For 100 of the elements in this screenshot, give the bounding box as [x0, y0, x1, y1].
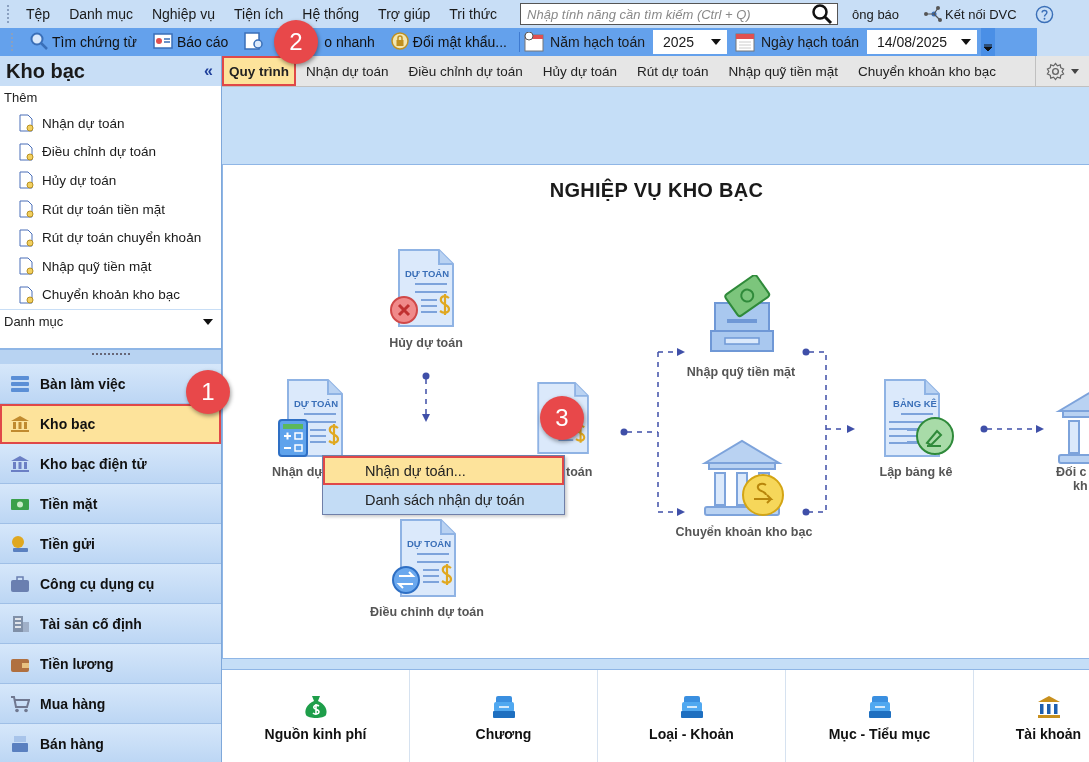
shortcut-tile[interactable]: Nguồn kinh phí [222, 670, 410, 762]
module-button[interactable]: Tiền mặt [0, 484, 221, 524]
bank-icon [1035, 694, 1062, 720]
coin-icon [10, 534, 30, 553]
sidebar-item[interactable]: Chuyển khoản kho bạc [0, 280, 221, 310]
module-button[interactable]: Kho bạc điện tử [0, 444, 221, 484]
search-icon[interactable] [811, 3, 834, 25]
field-label: Năm hạch toán [550, 34, 645, 50]
tab[interactable]: Chuyển khoản kho bạc [848, 56, 1007, 86]
lock-icon [390, 31, 409, 50]
tab[interactable]: Nhập quỹ tiền mặt [718, 56, 848, 86]
module-button[interactable]: Mua hàng [0, 684, 221, 724]
sidebar-item[interactable]: Rút dự toán tiền mặt [0, 194, 221, 224]
document-icon [18, 257, 34, 276]
node-label: Lập bảng kê [879, 465, 953, 479]
connect-link[interactable]: Kết nối DVC [945, 6, 1017, 22]
node-label: kh [1072, 479, 1088, 493]
report-icon [152, 32, 173, 49]
menu-item[interactable]: Trợ giúp [370, 6, 442, 22]
help-icon[interactable] [1034, 4, 1054, 24]
menu-item[interactable]: Danh sách nhận dự toán [323, 485, 564, 514]
bank-icon [10, 454, 30, 473]
sidebar-item[interactable]: Điều chỉnh dự toán [0, 137, 221, 167]
menu-item[interactable]: Tệp [18, 6, 62, 22]
sidebar-item[interactable]: Nhận dự toán [0, 109, 221, 138]
shortcut-tile[interactable]: Loại - Khoản [598, 670, 786, 762]
module-button[interactable]: Kho bạc [0, 404, 221, 444]
sidebar-item[interactable]: Rút dự toán chuyển khoản [0, 223, 221, 252]
module-button[interactable]: Tiền lương [0, 644, 221, 684]
overflow-button[interactable] [981, 28, 996, 56]
notifications-link[interactable]: ông báo [852, 6, 900, 22]
menu-item[interactable]: Tri thức [441, 6, 509, 22]
settings-icon [1046, 61, 1065, 81]
module-button[interactable]: Tiền gửi [0, 524, 221, 564]
year-dropdown[interactable]: 2025 [652, 30, 727, 54]
money-bag-icon [302, 694, 329, 720]
connector-line [980, 425, 1044, 433]
section-title: Danh mục [4, 314, 64, 330]
section-title: Thêm [4, 90, 38, 105]
list-icon [10, 374, 30, 393]
field-label: Ngày hạch toán [760, 34, 860, 50]
tab[interactable]: Điều chỉnh dự toán [398, 56, 533, 86]
node-label: Điều chỉnh dự toán [370, 605, 484, 619]
date-dropdown[interactable]: 14/08/2025 [867, 30, 978, 54]
panel-title: Kho bạc [6, 59, 85, 83]
calendar-icon [734, 32, 755, 52]
chevron-down-icon [984, 44, 993, 52]
document-icon [18, 228, 34, 247]
document-icon [18, 200, 34, 219]
module-button[interactable]: Tài sản cố định [0, 604, 221, 644]
bank-icon [10, 414, 30, 433]
tab[interactable]: Rút dự toán [627, 56, 719, 86]
icon-caption: DỰ TOÁN [405, 538, 453, 549]
menu-item[interactable]: Hệ thống [294, 6, 371, 22]
cart-icon [10, 694, 30, 713]
cash-box-icon [707, 275, 777, 355]
document-icon [18, 285, 34, 304]
inbox-icon [490, 694, 517, 720]
toolbar-button[interactable]: o nhanh [320, 30, 383, 54]
menu-item[interactable]: Nghiệp vụ [143, 6, 226, 22]
document-icon [18, 142, 34, 161]
document-icon [18, 114, 34, 133]
menu-item[interactable]: Tiện ích [226, 6, 295, 22]
shortcut-tile[interactable]: Mục - Tiểu mục [786, 670, 974, 762]
menu-item[interactable]: Nhận dự toán... [323, 456, 564, 485]
node-label: toán [566, 465, 593, 479]
node-label: Nhập quỹ tiền mặt [686, 365, 796, 379]
connector-line [422, 372, 430, 422]
dropdown-arrow[interactable] [203, 318, 213, 325]
inbox-icon [678, 694, 705, 720]
briefcase-icon [10, 574, 30, 593]
toolbar-button[interactable]: Đổi mật khẩu... [408, 30, 515, 54]
sidebar-item[interactable]: Hủy dự toán [0, 166, 221, 195]
building-icon [10, 614, 30, 633]
document-search-icon [244, 31, 265, 50]
document-icon [18, 171, 34, 190]
collapse-button[interactable]: « [204, 62, 213, 80]
node-label: Chuyển khoản kho bạc [675, 525, 813, 539]
icon-caption: BẢNG KÊ [892, 398, 938, 409]
network-icon [923, 5, 944, 23]
node-label: Nhận dự [272, 465, 324, 479]
register-icon [10, 734, 30, 753]
toolbar-button[interactable]: Tìm chứng từ [48, 30, 145, 54]
menu-item[interactable]: Danh mục [61, 6, 144, 22]
inbox-icon [866, 694, 893, 720]
tab[interactable]: Quy trình [222, 56, 296, 86]
search-field[interactable]: Nhập tính năng cần tìm kiếm (Ctrl + Q) [520, 3, 839, 25]
tab[interactable]: Hủy dự toán [532, 56, 628, 86]
icon-caption: DỰ TOÁN [403, 268, 451, 279]
panel-title: NGHIỆP VỤ KHO BẠC [548, 179, 765, 202]
search-icon [30, 31, 48, 50]
sidebar-item[interactable]: Nhập quỹ tiền mặt [0, 251, 221, 281]
node-label: Hủy dự toán [389, 336, 463, 350]
module-button[interactable]: Bán hàng [0, 724, 221, 762]
toolbar-button[interactable]: Báo cáo [172, 30, 237, 54]
shortcut-tile[interactable]: Tài khoản [974, 670, 1089, 762]
shortcut-tile[interactable]: Chương [410, 670, 598, 762]
icon-caption: DỰ TOÁN [292, 398, 340, 409]
module-button[interactable]: Công cụ dụng cụ [0, 564, 221, 604]
calendar-clock-icon [524, 32, 544, 52]
